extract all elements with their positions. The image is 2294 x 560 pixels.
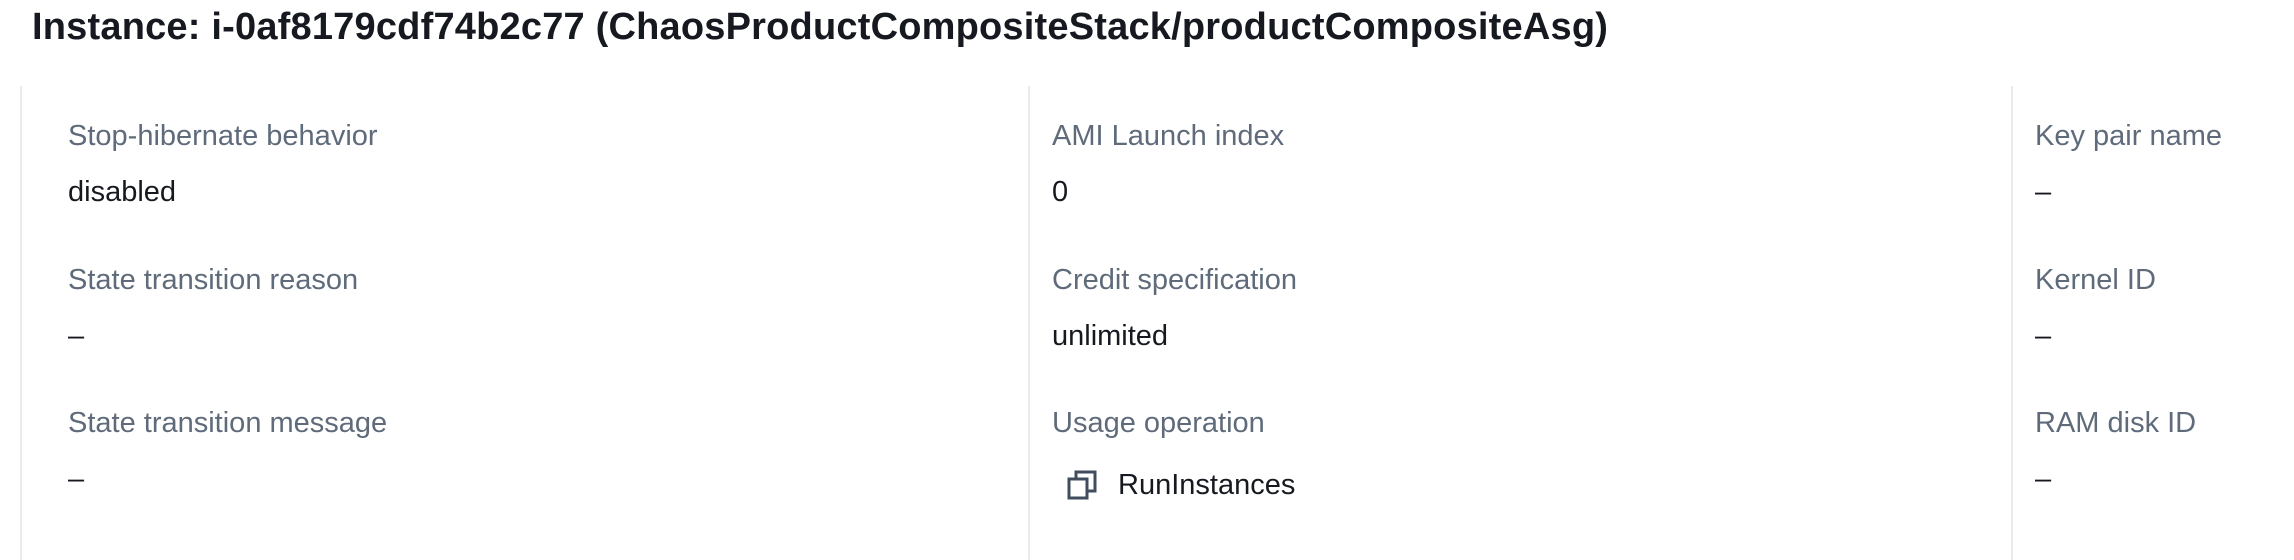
field-label: State transition message: [68, 407, 388, 439]
field-label: Usage operation: [1052, 407, 1265, 439]
field-label: Credit specification: [1052, 264, 1297, 296]
column-divider-2: [2011, 86, 2013, 560]
field-label: Kernel ID: [2035, 264, 2156, 296]
details-panel: Stop-hibernate behavior disabled State t…: [20, 86, 2294, 560]
field-label: RAM disk ID: [2035, 407, 2197, 439]
field-value: disabled: [68, 176, 177, 208]
field-value: RunInstances: [1118, 469, 1296, 501]
field-state-transition-reason: State transition reason –: [68, 262, 358, 354]
field-value: 0: [1052, 176, 1069, 208]
field-value: –: [68, 463, 85, 495]
field-value: –: [2035, 463, 2052, 495]
field-usage-operation: Usage operation RunInstances: [1052, 405, 1295, 503]
field-value: –: [2035, 176, 2052, 208]
field-ami-launch-index: AMI Launch index 0: [1052, 118, 1284, 210]
field-kernel-id: Kernel ID –: [2035, 262, 2156, 354]
field-value: –: [68, 320, 85, 352]
details-column-2: AMI Launch index 0 Credit specification …: [1052, 86, 1992, 560]
field-credit-specification: Credit specification unlimited: [1052, 262, 1297, 354]
left-border: [20, 86, 22, 560]
column-divider-1: [1028, 86, 1030, 560]
field-value: unlimited: [1052, 320, 1169, 352]
field-label: Stop-hibernate behavior: [68, 120, 378, 152]
field-key-pair-name: Key pair name –: [2035, 118, 2222, 210]
field-label: State transition reason: [68, 264, 359, 296]
usage-operation-value-row: RunInstances: [1052, 467, 1295, 503]
field-value: –: [2035, 320, 2052, 352]
page-title: Instance: i-0af8179cdf74b2c77 (ChaosProd…: [32, 6, 1609, 48]
copy-icon[interactable]: [1066, 469, 1098, 501]
details-column-3: Key pair name – Kernel ID – RAM disk ID …: [2035, 86, 2294, 560]
field-label: Key pair name: [2035, 120, 2222, 152]
field-label: AMI Launch index: [1052, 120, 1285, 152]
field-ram-disk-id: RAM disk ID –: [2035, 405, 2196, 497]
field-stop-hibernate-behavior: Stop-hibernate behavior disabled: [68, 118, 378, 210]
field-state-transition-message: State transition message –: [68, 405, 387, 497]
details-column-1: Stop-hibernate behavior disabled State t…: [68, 86, 1008, 560]
